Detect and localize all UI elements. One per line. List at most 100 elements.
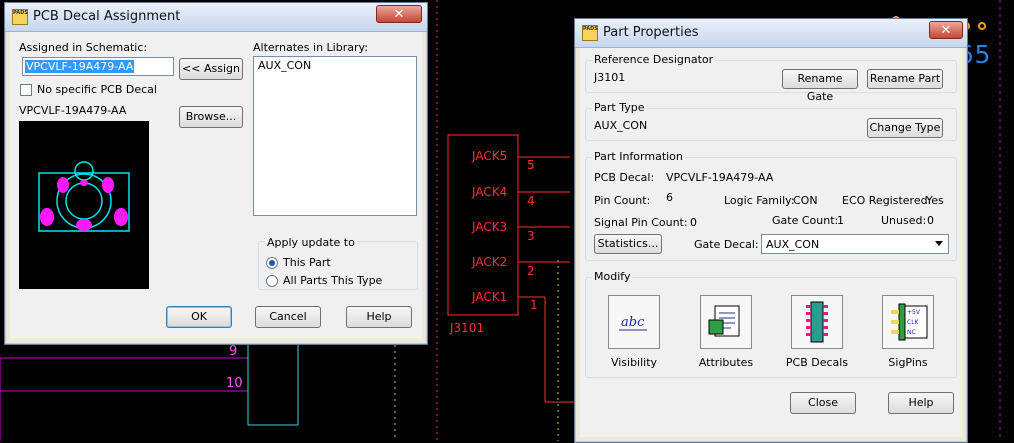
pin-number: 1 [530,298,538,312]
attributes-button[interactable] [700,295,752,349]
pin-label-jack5: JACK5 [472,149,508,163]
pin-number: 2 [527,264,535,278]
change-type-button[interactable]: Change Type [867,118,943,138]
assigned-decal-value: VPCVLF-19A479-AA [25,60,135,73]
attributes-icon [708,305,740,337]
net-number: 10 [226,376,243,391]
sigpins-icon: +5V CLK NC [891,303,928,341]
decal-footprint-graphic [38,161,130,232]
attributes-caption: Attributes [698,356,754,369]
apply-update-group: Apply update to This Part All Parts This… [258,236,418,290]
pcb-decals-caption: PCB Decals [785,356,849,369]
dialog-titlebar[interactable]: PADS PCB Decal Assignment ✕ [5,3,427,32]
signal-pin-count-label: Signal Pin Count: [594,216,688,229]
part-type-group: Part Type AUX_CON Change Type [585,101,957,141]
gate-decal-label: Gate Decal: [694,238,759,251]
rename-gate-button[interactable]: Rename Gate [782,69,858,103]
eco-registered-value: Yes [926,194,944,207]
assigned-label: Assigned in Schematic: [19,41,148,54]
pin-number: 4 [527,194,535,208]
sigpins-button[interactable]: +5V CLK NC [882,295,934,349]
no-specific-decal-checkbox[interactable] [20,84,32,96]
part-type-title: Part Type [592,101,647,114]
signal-pin-count-value: 0 [690,216,697,229]
pcb-decals-button[interactable] [791,295,843,349]
part-type-value: AUX_CON [594,119,648,132]
pin-number: 5 [527,158,535,172]
part-properties-dialog: PADS Part Properties ✕ Reference Designa… [574,18,968,443]
pin-label-jack2: JACK2 [472,255,508,269]
pcb-decal-value: VPCVLF-19A479-AA [666,171,774,184]
pad [102,177,114,193]
pad [57,177,69,193]
pcb-chip-icon [806,301,828,343]
gate-decal-value: AUX_CON [766,238,820,251]
rename-part-button[interactable]: Rename Part [867,69,943,89]
svg-text:NC: NC [907,329,916,336]
dialog-title: PCB Decal Assignment [33,9,181,24]
pcb-decal-label: PCB Decal: [594,171,655,184]
pad [80,180,88,186]
decal-name-label: VPCVLF-19A479-AA [19,104,127,117]
this-part-label: This Part [283,256,331,269]
pin-label-jack3: JACK3 [472,220,508,234]
pad [114,208,128,226]
unused-label: Unused: [881,214,927,227]
svg-text:abc: abc [621,315,645,330]
gate-count-label: Gate Count: [772,214,839,227]
help-button[interactable]: Help [888,392,954,414]
modify-group: Modify abc Visibility Attributes PCB Dec… [585,270,957,378]
part-info-title: Part Information [592,150,685,163]
dialog-body: Assigned in Schematic: VPCVLF-19A479-AA … [10,32,422,339]
pad [76,219,92,231]
statistics-button[interactable]: Statistics... [594,234,662,254]
pads-app-icon: PADS [12,9,28,25]
close-button[interactable]: ✕ [929,21,963,39]
apply-update-title: Apply update to [265,236,357,249]
close-button[interactable]: ✕ [376,5,422,23]
chevron-down-icon [935,241,943,246]
decal-preview [19,121,149,289]
cancel-button[interactable]: Cancel [255,306,321,328]
help-button[interactable]: Help [346,306,412,328]
visibility-caption: Visibility [610,356,658,369]
no-specific-decal-label: No specific PCB Decal [37,83,157,96]
unused-value: 0 [927,214,934,227]
pin-count-label: Pin Count: [594,194,651,207]
dialog-titlebar[interactable]: PADS Part Properties ✕ [575,19,967,48]
pin-label-jack4: JACK4 [472,185,508,199]
sigpins-caption: SigPins [888,356,928,369]
pin-number: 3 [527,229,535,243]
dialog-title: Part Properties [603,25,699,40]
eco-registered-label: ECO Registered: [842,194,932,207]
svg-text:CLK: CLK [907,319,920,326]
refdes-value: J3101 [594,71,626,84]
pads-app-icon: PADS [582,25,598,41]
refdes-title: Reference Designator [592,53,716,66]
pad [40,208,54,226]
refdes-group: Reference Designator J3101 Rename Gate R… [585,53,957,103]
ref-designator: J3101 [450,321,485,335]
this-part-radio[interactable] [266,257,278,269]
browse-button[interactable]: Browse... [179,106,243,128]
gate-decal-select[interactable]: AUX_CON [761,234,949,254]
visibility-button[interactable]: abc [608,295,660,349]
dialog-body: Reference Designator J3101 Rename Gate R… [580,48,962,437]
all-parts-label: All Parts This Type [283,274,383,287]
pin-count-value: 6 [666,191,673,204]
assigned-decal-field[interactable]: VPCVLF-19A479-AA [22,57,174,76]
alternates-label: Alternates in Library: [253,41,368,54]
alternates-list[interactable]: AUX_CON [253,56,417,216]
assign-button[interactable]: << Assign [179,58,243,80]
gate-count-value: 1 [837,214,844,227]
svg-text:+5V: +5V [907,309,921,316]
ok-button[interactable]: OK [166,306,232,328]
pcb-decal-assignment-dialog: PADS PCB Decal Assignment ✕ Assigned in … [4,2,428,345]
close-dialog-button[interactable]: Close [790,392,856,414]
logic-family-label: Logic Family: [724,194,795,207]
modify-title: Modify [592,270,633,283]
logic-family-value: CON [793,194,818,207]
visibility-icon: abc [619,315,647,331]
all-parts-radio[interactable] [266,275,278,287]
alternates-list-item[interactable]: AUX_CON [258,59,311,72]
